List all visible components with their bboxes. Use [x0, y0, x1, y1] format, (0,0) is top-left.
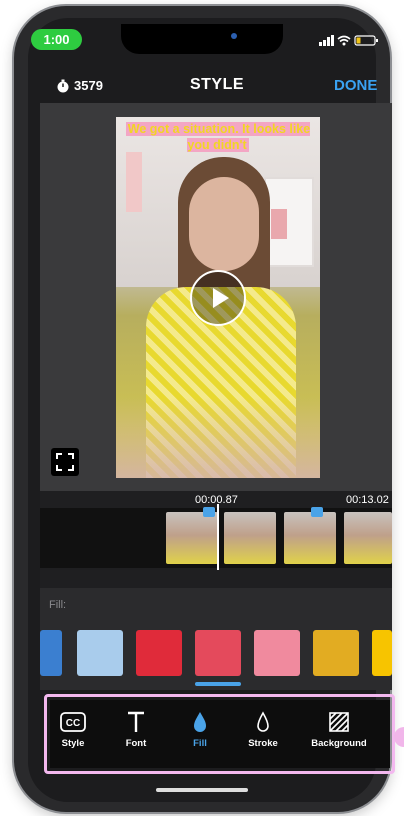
playhead[interactable] [217, 504, 219, 570]
caption-marker[interactable] [311, 507, 323, 517]
color-swatch[interactable] [195, 630, 241, 676]
stopwatch-icon [56, 79, 70, 93]
signal-icon [319, 35, 334, 46]
tab-label: Style [61, 738, 85, 749]
device-notch [121, 24, 283, 54]
caption-marker[interactable] [203, 507, 215, 517]
tab-label: Font [125, 738, 147, 749]
tab-fill[interactable]: Fill [165, 708, 235, 760]
svg-text:CC: CC [66, 718, 80, 729]
status-icons [319, 33, 379, 47]
color-swatch[interactable] [40, 630, 62, 676]
color-swatch[interactable] [136, 630, 182, 676]
done-button[interactable]: DONE [334, 77, 377, 94]
front-camera [231, 33, 237, 39]
expand-icon [56, 453, 74, 471]
tab-label: Background [311, 738, 367, 749]
play-button[interactable] [190, 270, 246, 326]
color-swatch[interactable] [254, 630, 300, 676]
caption-text[interactable]: We got a situation. It looks like you di… [118, 121, 318, 153]
tab-label: Fill [193, 738, 207, 749]
wifi-icon [337, 35, 351, 43]
droplet-outline-icon [228, 708, 298, 736]
timeline-end-time: 00:13.02 [346, 494, 389, 506]
home-indicator[interactable] [156, 788, 248, 792]
play-icon [213, 288, 229, 308]
cc-icon: CC [38, 708, 108, 736]
color-swatch[interactable] [77, 630, 123, 676]
timeline-thumbnail [344, 512, 392, 564]
credit-count: 3579 [74, 78, 103, 93]
fullscreen-button[interactable] [51, 448, 79, 476]
color-swatch[interactable] [372, 630, 392, 676]
page-title: STYLE [189, 76, 245, 93]
timeline-thumbnail [166, 512, 218, 564]
timeline-thumbnail [284, 512, 336, 564]
tab-background[interactable]: Background [304, 708, 374, 760]
decorative-marker [394, 727, 404, 747]
status-time: 1:00 [31, 29, 82, 50]
text-icon [101, 708, 171, 736]
droplet-filled-icon [165, 708, 235, 736]
tab-label: Stroke [248, 738, 278, 749]
selected-swatch-indicator [195, 682, 241, 686]
color-swatch[interactable] [313, 630, 359, 676]
tab-style[interactable]: CC Style [38, 708, 108, 760]
timeline-thumbnail [224, 512, 276, 564]
tab-stroke[interactable]: Stroke [228, 708, 298, 760]
hatch-icon [304, 708, 374, 736]
tab-font[interactable]: Font [101, 708, 171, 760]
fill-label: Fill: [49, 599, 67, 611]
